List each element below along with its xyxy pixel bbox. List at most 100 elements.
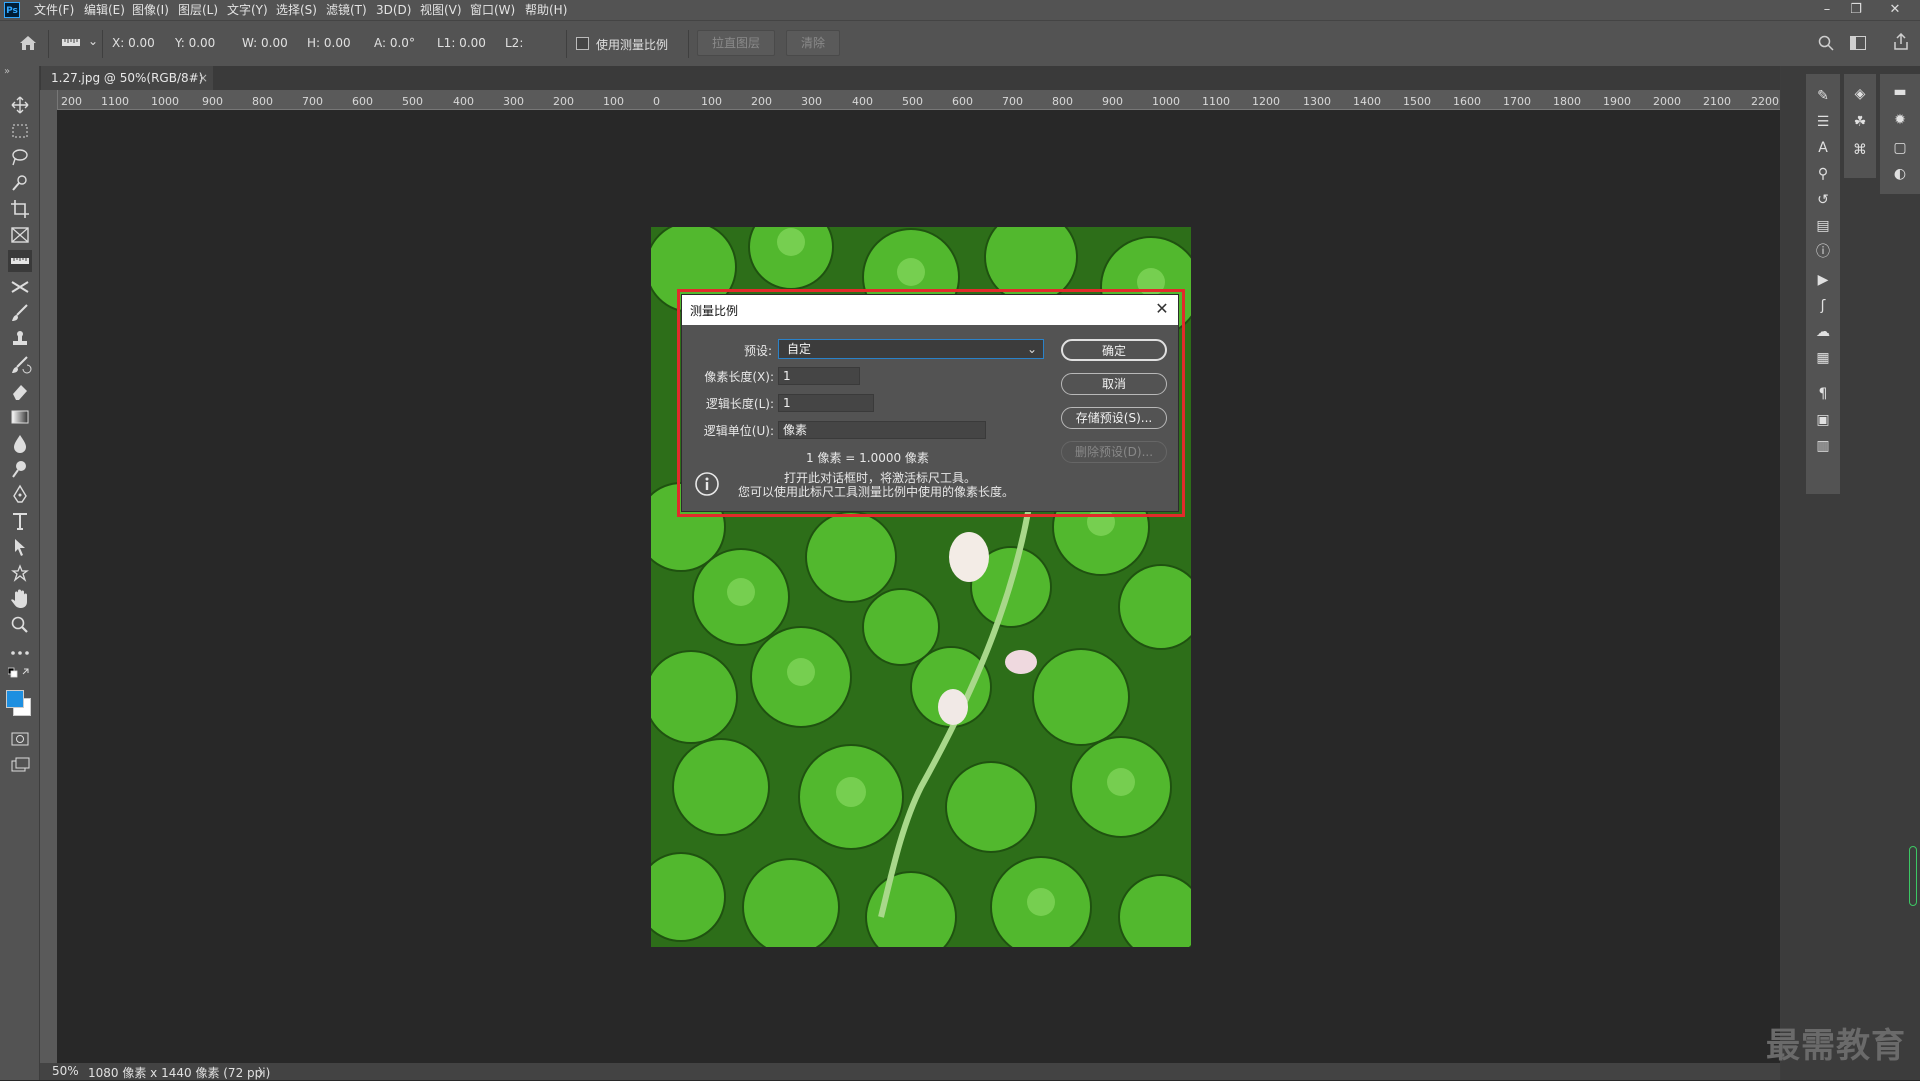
- zoom-level[interactable]: 50%: [52, 1064, 79, 1078]
- logical-unit-input[interactable]: 像素: [778, 421, 986, 439]
- menu-edit[interactable]: 编辑(E): [84, 2, 125, 18]
- chevron-down-icon[interactable]: ⌄: [88, 34, 98, 48]
- character-icon[interactable]: A: [1815, 140, 1831, 156]
- search-icon[interactable]: [1818, 35, 1834, 51]
- history-icon[interactable]: ↺: [1815, 192, 1831, 208]
- paragraph-icon[interactable]: ¶: [1815, 386, 1831, 402]
- preset-select[interactable]: 自定 ⌄: [778, 339, 1044, 359]
- quick-mask-icon[interactable]: [8, 728, 32, 750]
- actions-play-icon[interactable]: ▶: [1815, 272, 1831, 288]
- clone-stamp-tool-icon[interactable]: [8, 328, 32, 350]
- info-icon[interactable]: ⓘ: [1815, 244, 1831, 260]
- custom-shape-tool-icon[interactable]: [8, 562, 32, 584]
- ruler-tool-icon[interactable]: [8, 250, 32, 272]
- menu-image[interactable]: 图像(I): [132, 2, 169, 18]
- type-tool-icon[interactable]: [8, 510, 32, 532]
- save-preset-button[interactable]: 存储预设(S)...: [1061, 407, 1167, 429]
- layer-comps-icon[interactable]: ▣: [1815, 412, 1831, 428]
- sun-icon[interactable]: ✹: [1892, 112, 1908, 128]
- menu-view[interactable]: 视图(V): [420, 2, 462, 18]
- cancel-button[interactable]: 取消: [1061, 373, 1167, 395]
- hand-tool-icon[interactable]: [8, 588, 32, 610]
- screen-mode-icon[interactable]: [8, 754, 32, 776]
- dialog-close-icon[interactable]: ✕: [1152, 299, 1172, 319]
- notes-icon[interactable]: ▥: [1815, 438, 1831, 454]
- crop-tool-icon[interactable]: [8, 198, 32, 220]
- tab-close-icon[interactable]: ×: [198, 66, 208, 90]
- foreground-color-swatch[interactable]: [6, 690, 24, 708]
- channels-icon[interactable]: ☘: [1852, 114, 1868, 130]
- lasso-tool-icon[interactable]: [8, 146, 32, 168]
- frame-tool-icon[interactable]: [8, 224, 32, 246]
- glyphs-icon[interactable]: ʃ: [1815, 298, 1831, 314]
- measurement-scale-dialog: 测量比例 ✕ 预设: 自定 ⌄ 像素长度(X): 1 逻辑长度(L): 1 逻辑…: [681, 294, 1179, 512]
- ok-button[interactable]: 确定: [1061, 339, 1167, 361]
- move-tool-icon[interactable]: [8, 94, 32, 116]
- menu-bar: Ps 文件(F) 编辑(E) 图像(I) 图层(L) 文字(Y) 选择(S) 滤…: [0, 0, 1920, 20]
- ruler-panel-icon[interactable]: ▬: [1892, 84, 1908, 100]
- menu-file[interactable]: 文件(F): [34, 2, 74, 18]
- history-brush-tool-icon[interactable]: [8, 354, 32, 376]
- menu-help[interactable]: 帮助(H): [525, 2, 567, 18]
- ruler-label: 900: [202, 95, 223, 108]
- h-readout: H: 0.00: [307, 36, 351, 50]
- adjustments-sliders-icon[interactable]: ☰: [1815, 114, 1831, 130]
- path-selection-tool-icon[interactable]: [8, 536, 32, 558]
- document-tab[interactable]: 1.27.jpg @ 50%(RGB/8#) ×: [41, 66, 213, 90]
- healing-tool-icon[interactable]: [8, 276, 32, 298]
- paths-icon[interactable]: ⌘: [1852, 142, 1868, 158]
- y-readout: Y: 0.00: [175, 36, 216, 50]
- dodge-tool-icon[interactable]: [8, 458, 32, 480]
- pen-tool-icon[interactable]: [8, 484, 32, 506]
- workspace-icon[interactable]: [1850, 36, 1866, 50]
- menu-type[interactable]: 文字(Y): [227, 2, 268, 18]
- angle-readout: A: 0.0°: [374, 36, 415, 50]
- panel-column-1: ✎ ☰ A ⚲ ↺ ▤ ⓘ ▶ ʃ ☁ ▦ ¶ ▣ ▥: [1806, 74, 1840, 494]
- menu-3d[interactable]: 3D(D): [376, 2, 411, 18]
- ruler-label: 300: [801, 95, 822, 108]
- ruler-tool-preset-icon[interactable]: [62, 38, 84, 48]
- delete-preset-button[interactable]: 删除预设(D)...: [1061, 441, 1167, 463]
- share-icon[interactable]: [1893, 33, 1909, 51]
- brush-settings-icon[interactable]: ✎: [1815, 88, 1831, 104]
- layers-icon[interactable]: ◈: [1852, 86, 1868, 102]
- properties-icon[interactable]: ▤: [1815, 218, 1831, 234]
- zoom-tool-icon[interactable]: [8, 614, 32, 636]
- swatches-icon[interactable]: ☁: [1815, 324, 1831, 340]
- clear-button[interactable]: 清除: [786, 30, 840, 56]
- more-tools-icon[interactable]: [8, 642, 32, 664]
- menu-select[interactable]: 选择(S): [276, 2, 317, 18]
- logical-length-input[interactable]: 1: [778, 394, 874, 412]
- home-icon[interactable]: [19, 35, 37, 51]
- restore-icon[interactable]: ❐: [1841, 0, 1871, 20]
- ruler-label: 100: [603, 95, 624, 108]
- gradient-tool-icon[interactable]: [8, 406, 32, 428]
- pixel-length-input[interactable]: 1: [778, 367, 860, 385]
- brush-tool-icon[interactable]: [8, 302, 32, 324]
- straighten-layer-button[interactable]: 拉直图层: [697, 30, 775, 56]
- ruler-label: 300: [503, 95, 524, 108]
- use-measurement-scale-checkbox[interactable]: [576, 37, 589, 50]
- menu-window[interactable]: 窗口(W): [470, 2, 515, 18]
- marquee-tool-icon[interactable]: [8, 120, 32, 142]
- libraries-icon[interactable]: ▢: [1892, 140, 1908, 156]
- adjustments-icon[interactable]: ◐: [1892, 166, 1908, 182]
- quick-selection-tool-icon[interactable]: [8, 172, 32, 194]
- menu-layer[interactable]: 图层(L): [178, 2, 218, 18]
- ruler-label: 800: [252, 95, 273, 108]
- table-grid-icon[interactable]: ▦: [1815, 350, 1831, 366]
- blur-tool-icon[interactable]: [8, 432, 32, 454]
- collapse-icon[interactable]: »: [4, 66, 10, 77]
- minimize-icon[interactable]: –: [1812, 0, 1842, 20]
- close-window-icon[interactable]: ✕: [1880, 0, 1910, 20]
- status-menu-arrow[interactable]: 〉: [258, 1064, 270, 1081]
- dialog-title-bar: 测量比例 ✕: [682, 295, 1178, 325]
- clone-source-icon[interactable]: ⚲: [1815, 166, 1831, 182]
- preset-value: 自定: [787, 342, 812, 356]
- scroll-indicator[interactable]: [1909, 846, 1917, 906]
- eraser-tool-icon[interactable]: [8, 380, 32, 402]
- menu-filter[interactable]: 滤镜(T): [326, 2, 367, 18]
- default-colors-icon[interactable]: [8, 666, 32, 682]
- document-tab-bar: [40, 66, 1780, 90]
- options-bar: ⌄ X: 0.00 Y: 0.00 W: 0.00 H: 0.00 A: 0.0…: [0, 20, 1920, 68]
